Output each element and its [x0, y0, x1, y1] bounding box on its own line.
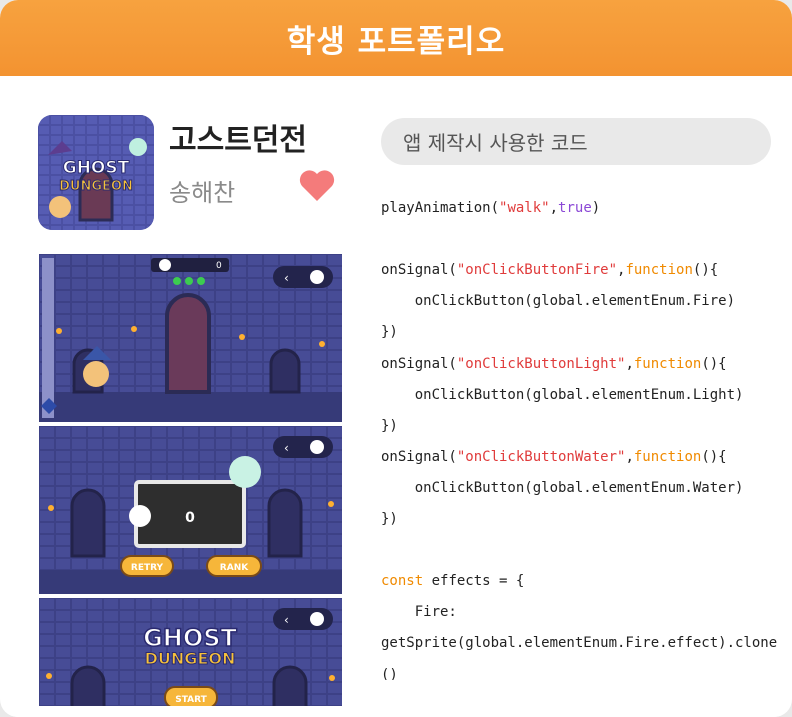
screenshot-title[interactable]: ‹ GHOST DUNGEON START — [39, 598, 342, 716]
bottom-edge — [0, 706, 792, 717]
code-token: (){ — [692, 262, 719, 279]
score-text: 0 — [185, 510, 195, 526]
code-token: onClickButton(global.elementEnum.Water) — [381, 479, 744, 496]
code-token: onSignal( — [381, 262, 457, 279]
screenshot-gameplay[interactable]: 0 ‹ — [39, 254, 342, 422]
counter-text: 0 — [216, 261, 222, 271]
code-token: (){ — [701, 448, 727, 465]
code-line: Fire: — [381, 597, 457, 628]
heart-icon[interactable] — [297, 165, 337, 205]
code-token: "onClickButtonLight" — [456, 355, 626, 372]
code-token: function — [633, 448, 702, 465]
code-line: }) — [381, 411, 398, 442]
code-line: playAnimation("walk",true) — [381, 193, 600, 224]
code-token: const — [381, 573, 424, 590]
retry-button: RETRY — [131, 563, 164, 573]
code-line: onClickButton(global.elementEnum.Water) — [381, 473, 744, 504]
code-token: }) — [381, 511, 398, 527]
code-token: }) — [381, 417, 398, 434]
code-line: onSignal("onClickButtonWater",function()… — [381, 442, 727, 473]
code-line: getSprite(global.elementEnum.Fire.effect… — [381, 628, 777, 659]
code-line: const effects = { — [381, 566, 524, 597]
code-token: , — [625, 355, 634, 372]
code-token: function — [625, 262, 693, 279]
code-token: "walk" — [499, 200, 550, 216]
code-token: onClickButton(global.elementEnum.Fire) — [381, 293, 736, 310]
app-icon-art: GHOST DUNGEON — [38, 115, 154, 230]
app-icon[interactable]: GHOST DUNGEON — [38, 115, 154, 230]
code-line: }) — [381, 504, 398, 535]
code-token: , — [625, 448, 634, 465]
rank-button: RANK — [220, 563, 249, 573]
portfolio-card: 학생 포트폴리오 GHOST DUNGEON 고스트던전 송해찬 0 ‹ ‹ 0… — [0, 0, 792, 717]
code-line: () — [381, 660, 398, 681]
code-token: playAnimation( — [381, 200, 500, 216]
code-token: ) — [591, 200, 601, 216]
code-token: (){ — [701, 355, 727, 372]
svg-text:‹: ‹ — [284, 441, 289, 455]
code-token: getSprite(global.elementEnum.Fire.effect… — [381, 635, 778, 652]
app-author: 송해찬 — [169, 179, 236, 207]
logo-dungeon: DUNGEON — [145, 649, 236, 668]
svg-text:‹: ‹ — [284, 613, 289, 627]
code-block: playAnimation("walk",true) onSignal("onCl… — [381, 193, 781, 680]
code-token: true — [558, 200, 592, 216]
code-line: onSignal("onClickButtonFire",function(){ — [381, 255, 718, 286]
page-header: 학생 포트폴리오 — [0, 0, 792, 76]
code-token: onClickButton(global.elementEnum.Light) — [381, 386, 744, 403]
icon-logo-1: GHOST — [63, 158, 130, 178]
logo-ghost: GHOST — [143, 624, 237, 652]
code-token: function — [633, 355, 702, 372]
code-token: onSignal( — [381, 448, 457, 465]
code-token: () — [381, 666, 398, 681]
code-token: , — [549, 200, 559, 216]
screenshot-gameover[interactable]: ‹ 0 RETRY RANK — [39, 426, 342, 594]
code-token: effects = { — [423, 573, 525, 590]
app-title: 고스트던전 — [169, 123, 307, 158]
code-token: Fire: — [381, 604, 457, 621]
code-token: onSignal( — [381, 355, 457, 372]
svg-text:‹: ‹ — [284, 271, 289, 285]
code-token: }) — [381, 324, 398, 341]
code-line: onClickButton(global.elementEnum.Light) — [381, 380, 744, 411]
start-button: START — [175, 695, 207, 705]
icon-logo-2: DUNGEON — [59, 179, 133, 194]
code-line: onClickButton(global.elementEnum.Fire) — [381, 286, 735, 317]
code-section-title: 앱 제작시 사용한 코드 — [381, 118, 771, 165]
code-token: "onClickButtonWater" — [456, 448, 626, 465]
code-line: }) — [381, 317, 398, 348]
page-title: 학생 포트폴리오 — [286, 23, 506, 60]
code-token: "onClickButtonFire" — [456, 262, 618, 279]
code-line: onSignal("onClickButtonLight",function()… — [381, 349, 727, 380]
